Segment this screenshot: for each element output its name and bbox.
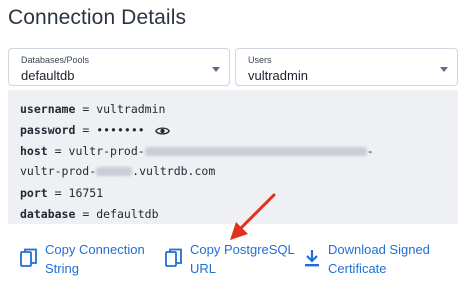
databases-select[interactable]: Databases/Pools defaultdb bbox=[8, 48, 230, 86]
username-key: username bbox=[20, 102, 76, 116]
download-icon bbox=[305, 250, 319, 267]
users-select-value: vultradmin bbox=[248, 68, 308, 83]
password-key: password bbox=[20, 123, 76, 137]
host-value-prefix: vultr-prod- bbox=[68, 144, 145, 158]
download-signed-certificate-label-line1: Download Signed bbox=[328, 242, 430, 257]
databases-select-value: defaultdb bbox=[21, 68, 75, 83]
host-dash: - bbox=[366, 144, 374, 158]
copy-postgresql-url-label-line2: URL bbox=[190, 261, 217, 276]
password-value: ••••••• bbox=[96, 123, 145, 137]
host-line-continued: vultr-prod- .vultrdb.com bbox=[20, 164, 215, 178]
port-value: 16751 bbox=[68, 186, 104, 200]
download-signed-certificate-label-line2: Certificate bbox=[328, 261, 387, 276]
databases-select-label: Databases/Pools bbox=[21, 55, 90, 65]
copy-connection-string-button[interactable]: Copy Connection String bbox=[20, 240, 145, 278]
host-line2-prefix: vultr-prod- bbox=[20, 164, 97, 178]
equals-sign: = bbox=[82, 123, 90, 137]
page-title: Connection Details bbox=[8, 6, 187, 29]
copy-postgresql-url-button[interactable]: Copy PostgreSQL URL bbox=[165, 240, 295, 278]
chevron-down-icon bbox=[440, 67, 448, 72]
copy-icon bbox=[165, 248, 182, 267]
username-line: username = vultradmin bbox=[20, 102, 165, 116]
copy-icon bbox=[20, 248, 37, 267]
database-value: defaultdb bbox=[96, 207, 159, 221]
arrow-annotation bbox=[230, 193, 276, 240]
chevron-down-icon bbox=[212, 67, 220, 72]
copy-connection-string-label-line1: Copy Connection bbox=[45, 242, 145, 257]
database-key: database bbox=[20, 207, 76, 221]
host-line2-suffix: .vultrdb.com bbox=[132, 164, 216, 178]
equals-sign: = bbox=[82, 102, 90, 116]
host-line: host = vultr-prod- - bbox=[20, 144, 374, 158]
users-select[interactable]: Users vultradmin bbox=[235, 48, 458, 86]
copy-connection-string-label-line2: String bbox=[45, 261, 79, 276]
port-key: port bbox=[20, 186, 48, 200]
database-line: database = defaultdb bbox=[20, 207, 159, 221]
password-line: password = ••••••• bbox=[20, 123, 170, 137]
redacted-host-segment bbox=[144, 147, 367, 156]
equals-sign: = bbox=[82, 207, 90, 221]
equals-sign: = bbox=[54, 186, 62, 200]
username-value: vultradmin bbox=[96, 102, 166, 116]
eye-icon[interactable] bbox=[154, 126, 170, 136]
download-signed-certificate-button[interactable]: Download Signed Certificate bbox=[303, 240, 430, 278]
users-select-label: Users bbox=[248, 55, 272, 65]
port-line: port = 16751 bbox=[20, 186, 103, 200]
equals-sign: = bbox=[54, 144, 62, 158]
redacted-host-id bbox=[96, 167, 133, 176]
host-key: host bbox=[20, 144, 48, 158]
